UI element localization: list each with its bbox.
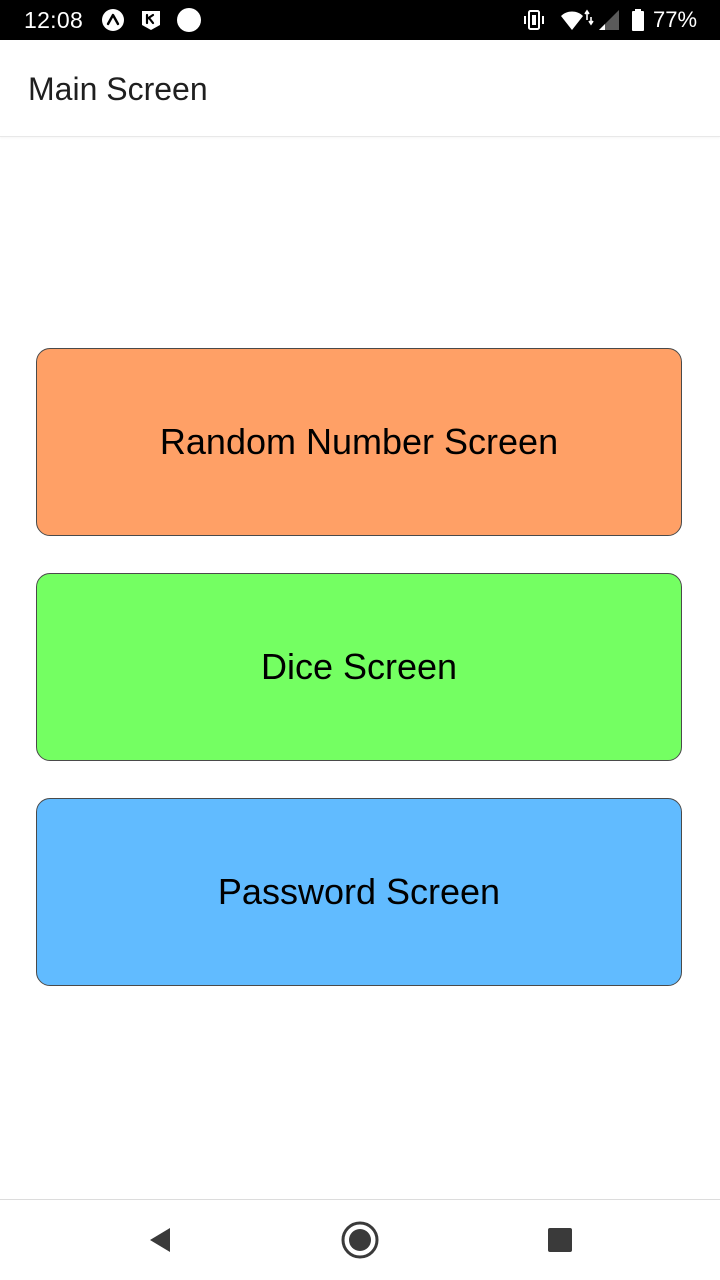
- battery-icon: [630, 8, 646, 32]
- dice-screen-label: Dice Screen: [260, 646, 458, 687]
- page-title: Main Screen: [28, 71, 208, 107]
- system-nav-bar: [0, 1199, 720, 1280]
- password-screen-label: Password Screen: [217, 871, 501, 912]
- battery-percent: 77%: [653, 7, 698, 32]
- random-number-screen-label: Random Number Screen: [159, 421, 559, 462]
- notification-app-icon: [139, 8, 163, 32]
- main-screen: 12:08 77% Main Screen Random Number Scre…: [0, 0, 720, 1280]
- expo-icon: [101, 8, 125, 32]
- cell-signal-icon: [597, 8, 621, 32]
- random-number-screen-button[interactable]: Random Number Screen: [36, 348, 682, 536]
- app-bar: Main Screen: [0, 40, 720, 137]
- vibrate-icon: [522, 8, 546, 32]
- status-bar: 12:08 77%: [0, 0, 720, 40]
- back-icon[interactable]: [138, 1218, 182, 1262]
- wifi-icon: [560, 8, 594, 32]
- home-icon[interactable]: [338, 1218, 382, 1262]
- status-time: 12:08: [24, 7, 84, 33]
- password-screen-button[interactable]: Password Screen: [36, 798, 682, 986]
- dice-screen-button[interactable]: Dice Screen: [36, 573, 682, 761]
- recents-icon[interactable]: [538, 1218, 582, 1262]
- record-dot-icon: [176, 7, 202, 33]
